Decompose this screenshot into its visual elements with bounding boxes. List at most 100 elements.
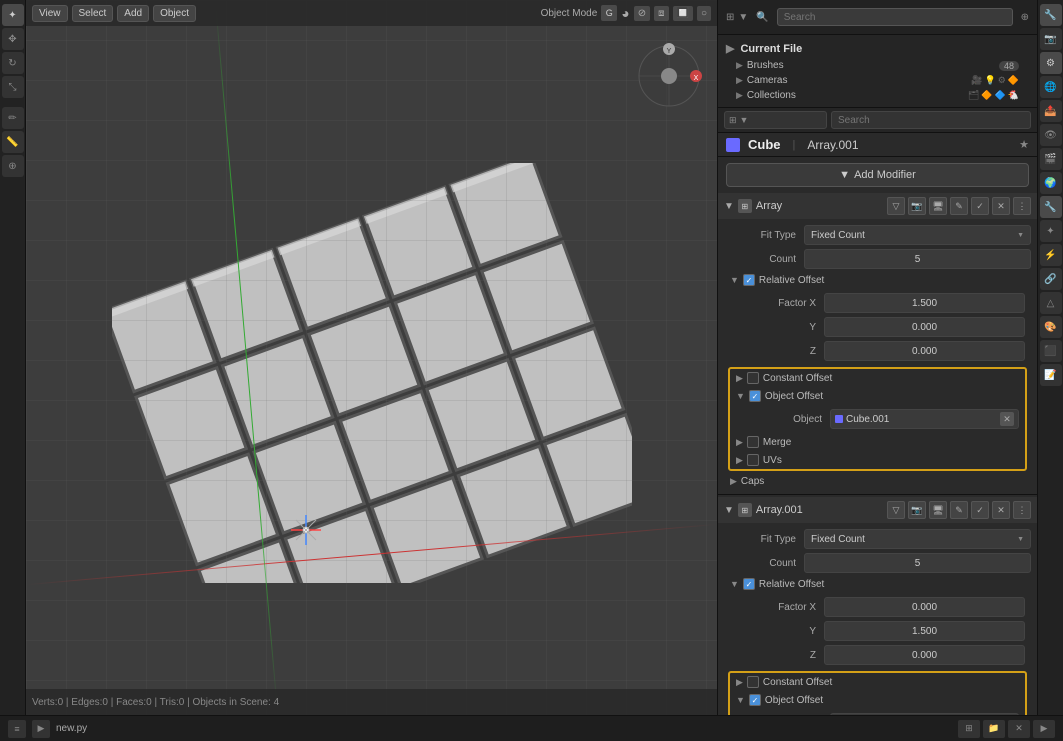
strip-modifier[interactable]: 🔧 xyxy=(1040,196,1062,218)
modifier1-apply[interactable]: ✓ xyxy=(971,197,989,215)
mod1-merge-checkbox[interactable] xyxy=(747,436,759,448)
strip-world[interactable]: 🌍 xyxy=(1040,172,1062,194)
viewport-shading[interactable]: ◕ xyxy=(621,5,629,21)
modifier2-menu[interactable]: ⋮ xyxy=(1013,501,1031,519)
mod2-rel-checkbox[interactable] xyxy=(743,578,755,590)
toolbar-annotate[interactable]: ✏ xyxy=(2,107,24,129)
outliner-search[interactable] xyxy=(777,8,1013,26)
modifier2-fit-type-value[interactable]: Fixed Count xyxy=(804,529,1031,549)
modifier1-fit-type-value[interactable]: Fixed Count xyxy=(804,225,1031,245)
modifier2-fit-type-row: Fit Type Fixed Count xyxy=(724,527,1031,551)
left-toolbar: ✦ ✥ ↻ ⤡ ✏ 📏 ⊕ xyxy=(0,0,26,715)
strip-active[interactable]: ⚙ xyxy=(1040,52,1062,74)
xray-toggle[interactable]: ⧈ xyxy=(654,6,668,21)
file-item-brushes[interactable]: ▶ Brushes 48 xyxy=(718,58,1037,73)
mod1-const-checkbox[interactable] xyxy=(747,372,759,384)
modifier1-uvs-header[interactable]: ▶ UVs xyxy=(730,451,1025,469)
viewport-snap[interactable]: 🔲 xyxy=(673,6,693,21)
add-modifier-button[interactable]: ▼ Add Modifier xyxy=(726,163,1029,187)
toolbar-scale[interactable]: ⤡ xyxy=(2,76,24,98)
modifier1-render[interactable]: 🖥 xyxy=(929,197,947,215)
mod1-object-field[interactable]: Cube.001 ✕ xyxy=(830,409,1019,429)
toolbar-move[interactable]: ✥ xyxy=(2,28,24,50)
file-item-collections[interactable]: ▶ Collections 🗂 🔶 🔷 🐔 xyxy=(718,88,1037,103)
modifier1-expand[interactable]: ▼ xyxy=(724,201,734,212)
strip-physics[interactable]: ⚡ xyxy=(1040,244,1062,266)
mod2-obj-checkbox[interactable] xyxy=(749,694,761,706)
modifier2-render[interactable]: 🖥 xyxy=(929,501,947,519)
strip-scripting[interactable]: 📝 xyxy=(1040,364,1062,386)
strip-texture[interactable]: ⬛ xyxy=(1040,340,1062,362)
viewport[interactable]: View Select Add Object Object Mode G ◕ ⊘… xyxy=(26,0,717,715)
info-play-icon[interactable]: ▶ xyxy=(1033,720,1055,738)
view-selector[interactable]: ⊞▼ xyxy=(726,12,748,23)
modifier2-filter[interactable]: ▽ xyxy=(887,501,905,519)
modifier2-edit[interactable]: ✎ xyxy=(950,501,968,519)
viewport-overlay[interactable]: ⊘ xyxy=(634,6,650,21)
modifier1-relative-offset-header[interactable]: ▼ Relative Offset xyxy=(724,271,1031,289)
mod1-factor-x-value[interactable]: 1.500 xyxy=(824,293,1025,313)
modifier1-menu[interactable]: ⋮ xyxy=(1013,197,1031,215)
mod2-factor-x-row: Factor X 0.000 xyxy=(744,595,1025,619)
toolbar-rotate[interactable]: ↻ xyxy=(2,52,24,74)
strip-material[interactable]: 🎨 xyxy=(1040,316,1062,338)
strip-render[interactable]: 🌐 xyxy=(1040,76,1062,98)
strip-particles[interactable]: ✦ xyxy=(1040,220,1062,242)
mod2-factor-x-value[interactable]: 0.000 xyxy=(824,597,1025,617)
mod1-obj-label: Object Offset xyxy=(765,391,823,402)
info-view-icon[interactable]: 📁 xyxy=(983,720,1005,738)
mod1-uvs-checkbox[interactable] xyxy=(747,454,759,466)
star-icon[interactable]: ★ xyxy=(1019,138,1029,151)
strip-scene[interactable]: 🎬 xyxy=(1040,148,1062,170)
strip-tools[interactable]: 🔧 xyxy=(1040,4,1062,26)
modifier2-apply[interactable]: ✓ xyxy=(971,501,989,519)
modifier2-relative-offset-header[interactable]: ▼ Relative Offset xyxy=(724,575,1031,593)
modifier2-object-offset-header[interactable]: ▼ Object Offset xyxy=(730,691,1025,709)
info-grid-icon[interactable]: ⊞ xyxy=(958,720,980,738)
viewport-mode: Object Mode xyxy=(541,8,598,19)
mod2-const-checkbox[interactable] xyxy=(747,676,759,688)
modifier1-merge-header[interactable]: ▶ Merge xyxy=(730,433,1025,451)
mod2-factor-z-value[interactable]: 0.000 xyxy=(824,645,1025,665)
modifier2-close[interactable]: ✕ xyxy=(992,501,1010,519)
view-menu[interactable]: View xyxy=(32,5,68,22)
modifier1-caps[interactable]: ▶ Caps xyxy=(724,473,1031,490)
strip-view2[interactable]: 👁 xyxy=(1040,124,1062,146)
mod2-factor-y-value[interactable]: 1.500 xyxy=(824,621,1025,641)
file-item-cameras[interactable]: ▶ Cameras 🎥 💡 ⚙ 🔶 xyxy=(718,73,1037,88)
info-close-icon[interactable]: ✕ xyxy=(1008,720,1030,738)
global-local-toggle[interactable]: G xyxy=(601,5,617,21)
filter-selector[interactable]: 🔍 xyxy=(756,12,768,23)
modifier-search[interactable] xyxy=(831,111,1031,129)
toolbar-measure[interactable]: 📏 xyxy=(2,131,24,153)
mod1-obj-clear[interactable]: ✕ xyxy=(1000,412,1014,426)
strip-output[interactable]: 📤 xyxy=(1040,100,1062,122)
modifier2-expand[interactable]: ▼ xyxy=(724,505,734,516)
modifier1-cam[interactable]: 📷 xyxy=(908,197,926,215)
modifier1-count-value[interactable]: 5 xyxy=(804,249,1031,269)
modifier1-constant-offset-header[interactable]: ▶ Constant Offset xyxy=(730,369,1025,387)
mod1-obj-expand: ▼ xyxy=(736,391,745,401)
add-menu[interactable]: Add xyxy=(117,5,149,22)
outliner-filter-icons[interactable]: ⊕ xyxy=(1021,12,1029,23)
select-menu[interactable]: Select xyxy=(72,5,114,22)
modifier1-close[interactable]: ✕ xyxy=(992,197,1010,215)
object-menu[interactable]: Object xyxy=(153,5,196,22)
modifier2-constant-offset-header[interactable]: ▶ Constant Offset xyxy=(730,673,1025,691)
mod1-rel-checkbox[interactable] xyxy=(743,274,755,286)
modifier2-cam[interactable]: 📷 xyxy=(908,501,926,519)
toolbar-select[interactable]: ✦ xyxy=(2,4,24,26)
strip-constraints[interactable]: 🔗 xyxy=(1040,268,1062,290)
mod1-obj-checkbox[interactable] xyxy=(749,390,761,402)
modifier1-object-offset-header[interactable]: ▼ Object Offset xyxy=(730,387,1025,405)
strip-view[interactable]: 📷 xyxy=(1040,28,1062,50)
modifier2-count-value[interactable]: 5 xyxy=(804,553,1031,573)
mod1-factor-z-value[interactable]: 0.000 xyxy=(824,341,1025,361)
strip-object-data[interactable]: △ xyxy=(1040,292,1062,314)
mod1-factor-y-value[interactable]: 0.000 xyxy=(824,317,1025,337)
nav-gizmo[interactable]: Y X xyxy=(629,36,709,116)
toolbar-add[interactable]: ⊕ xyxy=(2,155,24,177)
modifier1-filter[interactable]: ▽ xyxy=(887,197,905,215)
proportional-edit[interactable]: ○ xyxy=(697,6,711,21)
modifier1-edit[interactable]: ✎ xyxy=(950,197,968,215)
